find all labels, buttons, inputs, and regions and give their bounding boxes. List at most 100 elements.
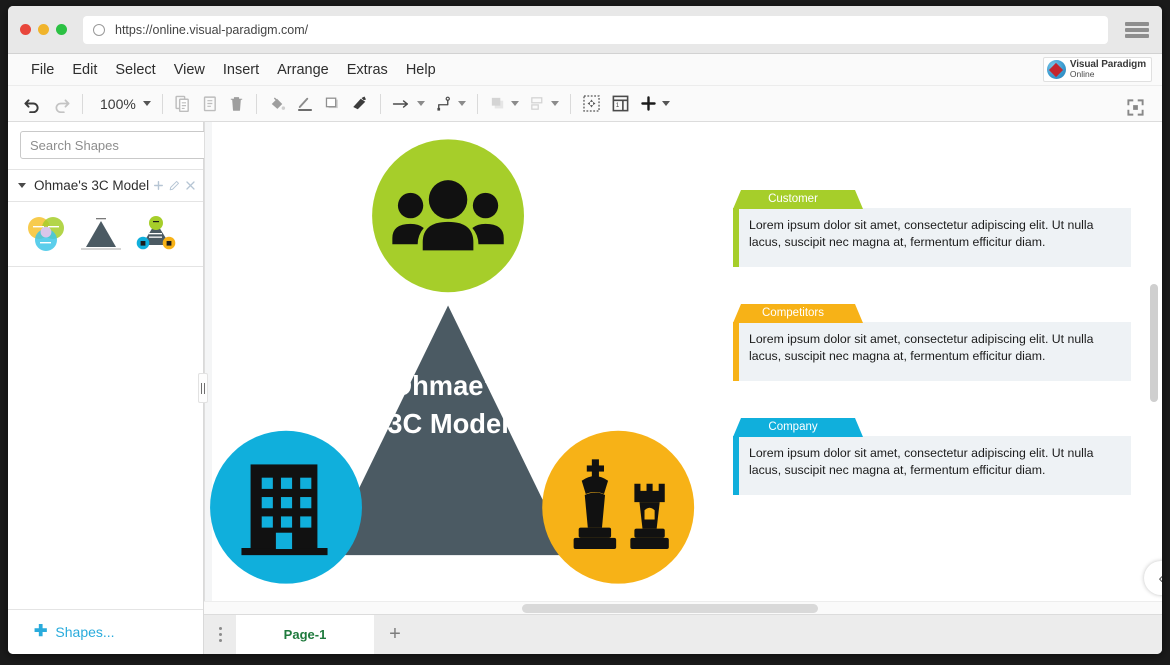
- globe-icon: [1046, 60, 1066, 79]
- page-bar-empty: [416, 615, 1162, 654]
- canvas-area: Ohmae's 3C Model Customer Lorem ipsum do…: [204, 122, 1162, 654]
- minimize-window-button[interactable]: [38, 24, 49, 35]
- 3c-model-shape[interactable]: [134, 214, 178, 252]
- chevron-down-icon: [416, 101, 425, 106]
- reload-icon[interactable]: [93, 23, 105, 36]
- card-tab: Competitors: [733, 304, 1131, 323]
- search-input[interactable]: [30, 137, 206, 153]
- visual-paradigm-logo[interactable]: Visual Paradigm Online: [1042, 57, 1152, 82]
- paintbrush-icon: [353, 96, 366, 109]
- info-card-company[interactable]: Company Lorem ipsum dolor sit amet, cons…: [733, 418, 1131, 495]
- waypoints-button[interactable]: [430, 91, 471, 117]
- pencil-icon[interactable]: [168, 177, 181, 194]
- chevron-down-icon: [142, 101, 151, 106]
- maximize-window-button[interactable]: [56, 24, 67, 35]
- menu-item-insert[interactable]: Insert: [214, 59, 268, 81]
- connection-style-button[interactable]: [387, 91, 430, 117]
- page-tab-bar: Page-1 +: [204, 614, 1162, 654]
- more-shapes-button[interactable]: ✚ Shapes...: [8, 610, 203, 654]
- shadow-square-icon: [325, 97, 338, 109]
- bring-to-front-button[interactable]: [484, 91, 524, 117]
- undo-icon: [24, 99, 39, 113]
- menu-item-file[interactable]: File: [22, 59, 63, 81]
- hamburger-icon[interactable]: [1124, 20, 1150, 40]
- undo-button[interactable]: [18, 91, 47, 117]
- workspace: Ohmae's 3C Model: [8, 122, 1162, 654]
- shadow-button[interactable]: [319, 91, 346, 117]
- trash-icon: [230, 97, 242, 111]
- copy-button[interactable]: [169, 91, 196, 117]
- align-icon: [531, 97, 543, 110]
- horizontal-scrollbar[interactable]: [522, 604, 818, 613]
- panel-empty-area: [8, 267, 203, 610]
- delete-button[interactable]: [223, 91, 250, 117]
- menu-item-select[interactable]: Select: [106, 59, 164, 81]
- plus-icon: ✚: [34, 623, 48, 640]
- close-window-button[interactable]: [20, 24, 31, 35]
- chevron-down-icon[interactable]: [18, 183, 26, 188]
- chevron-down-icon: [510, 101, 519, 106]
- panel-resize-handle[interactable]: [198, 373, 208, 403]
- zoom-dropdown[interactable]: 100%: [89, 91, 156, 117]
- select-all-button[interactable]: [577, 91, 606, 117]
- paste-icon: [203, 96, 216, 112]
- diagram-title-line1: Ohmae's: [391, 370, 505, 401]
- vertical-scrollbar[interactable]: [1150, 284, 1158, 402]
- toolbar-divider: [379, 93, 381, 114]
- card-body: Lorem ipsum dolor sit amet, consectetur …: [733, 436, 1131, 495]
- select-all-icon: [583, 95, 600, 112]
- shapes-panel: Ohmae's 3C Model: [8, 122, 234, 654]
- shape-group-title: Ohmae's 3C Model: [34, 178, 150, 193]
- diagram-title-line2: 3C Model: [387, 408, 509, 439]
- triangle-shape[interactable]: [79, 214, 123, 252]
- format-painter-button[interactable]: [346, 91, 374, 117]
- plus-icon: [641, 96, 656, 111]
- info-card-customer[interactable]: Customer Lorem ipsum dolor sit amet, con…: [733, 190, 1131, 267]
- menu-item-extras[interactable]: Extras: [338, 59, 397, 81]
- to-front-icon: [491, 97, 503, 109]
- toolbar-divider: [569, 93, 571, 114]
- browser-window: https://online.visual-paradigm.com/ File…: [8, 6, 1162, 654]
- menu-bar: File Edit Select View Insert Arrange Ext…: [8, 54, 1162, 86]
- shape-group-header[interactable]: Ohmae's 3C Model: [8, 170, 203, 202]
- menu-item-edit[interactable]: Edit: [63, 59, 106, 81]
- url-text: https://online.visual-paradigm.com/: [115, 22, 309, 37]
- toolbar-divider: [476, 93, 478, 114]
- paste-button[interactable]: [196, 91, 223, 117]
- add-page-button[interactable]: +: [374, 615, 416, 654]
- insert-shape-button[interactable]: [635, 91, 675, 117]
- svg-text:1: 1: [616, 102, 620, 109]
- menu-item-arrange[interactable]: Arrange: [268, 59, 338, 81]
- align-button[interactable]: [524, 91, 564, 117]
- card-body: Lorem ipsum dolor sit amet, consectetur …: [733, 208, 1131, 267]
- venn-diagram-shape[interactable]: [24, 214, 68, 252]
- toolbar-divider: [255, 93, 257, 114]
- menu-item-help[interactable]: Help: [397, 59, 445, 81]
- card-label: Customer: [768, 193, 818, 205]
- card-body: Lorem ipsum dolor sit amet, consectetur …: [733, 322, 1131, 381]
- insert-table-button[interactable]: 1: [606, 91, 635, 117]
- plus-icon[interactable]: [152, 177, 165, 194]
- fill-color-button[interactable]: [263, 91, 291, 117]
- info-card-competitors[interactable]: Competitors Lorem ipsum dolor sit amet, …: [733, 304, 1131, 381]
- chevron-down-icon: [457, 101, 466, 106]
- fullscreen-button[interactable]: [1121, 94, 1150, 120]
- close-icon[interactable]: [184, 177, 197, 194]
- card-tab: Company: [733, 418, 1131, 437]
- fullscreen-icon: [1127, 98, 1144, 116]
- chevron-down-icon: [550, 101, 559, 106]
- logo-line-2: Online: [1069, 69, 1095, 80]
- address-bar[interactable]: https://online.visual-paradigm.com/: [83, 15, 1108, 44]
- office-building-icon: [241, 464, 328, 556]
- redo-button[interactable]: [47, 91, 76, 117]
- menu-item-view[interactable]: View: [165, 59, 214, 81]
- toolbar-divider: [161, 93, 163, 114]
- copy-icon: [175, 95, 189, 112]
- line-color-button[interactable]: [291, 91, 319, 117]
- page-tab-page-1[interactable]: Page-1: [236, 615, 374, 654]
- page-options-button[interactable]: [204, 615, 236, 654]
- drawing-canvas[interactable]: Ohmae's 3C Model Customer Lorem ipsum do…: [204, 122, 1162, 601]
- browser-chrome: https://online.visual-paradigm.com/: [8, 6, 1162, 54]
- horizontal-scrollbar-track: [204, 601, 1162, 614]
- search-input-wrapper[interactable]: [20, 131, 228, 159]
